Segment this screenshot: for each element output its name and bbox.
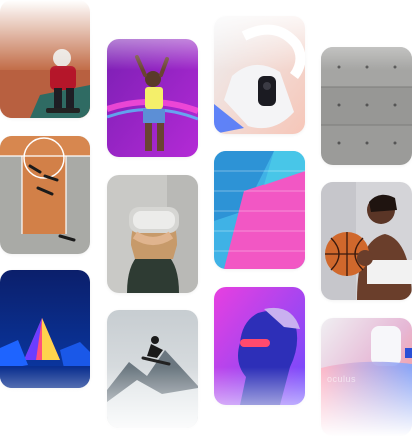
- snowboarder-photo: [107, 310, 198, 428]
- vr-controller-photo: [214, 16, 305, 134]
- concrete-wall-photo: [321, 47, 412, 165]
- basketball-player-photo: [321, 182, 412, 300]
- neon-portrait-photo: [214, 287, 305, 405]
- gallery-tile-brick-wall[interactable]: [214, 151, 305, 269]
- oculus-wordmark: oculus: [327, 374, 357, 384]
- gallery-tile-neon-portrait[interactable]: [214, 287, 305, 405]
- gallery-tile-oculus-headset[interactable]: oculus: [321, 318, 412, 436]
- gallery-tile-dancer[interactable]: [107, 39, 198, 157]
- gallery-tile-snowboarder[interactable]: [107, 310, 198, 428]
- skateboarder-photo: [0, 0, 90, 118]
- gallery-tile-vr-user[interactable]: [107, 175, 198, 293]
- gallery-tile-concrete-wall[interactable]: [321, 47, 412, 165]
- gallery-tile-vr-controller[interactable]: [214, 16, 305, 134]
- gallery-tile-skateboarder[interactable]: [0, 0, 90, 118]
- dancer-photo: [107, 39, 198, 157]
- gallery-tile-neon-pyramid[interactable]: [0, 270, 90, 388]
- neon-pyramid-photo: [0, 270, 90, 388]
- brick-wall-photo: [214, 151, 305, 269]
- vr-user-photo: [107, 175, 198, 293]
- gallery-tile-basketball-court[interactable]: [0, 136, 90, 254]
- basketball-court-photo: [0, 136, 90, 254]
- gallery-tile-basketball-player[interactable]: [321, 182, 412, 300]
